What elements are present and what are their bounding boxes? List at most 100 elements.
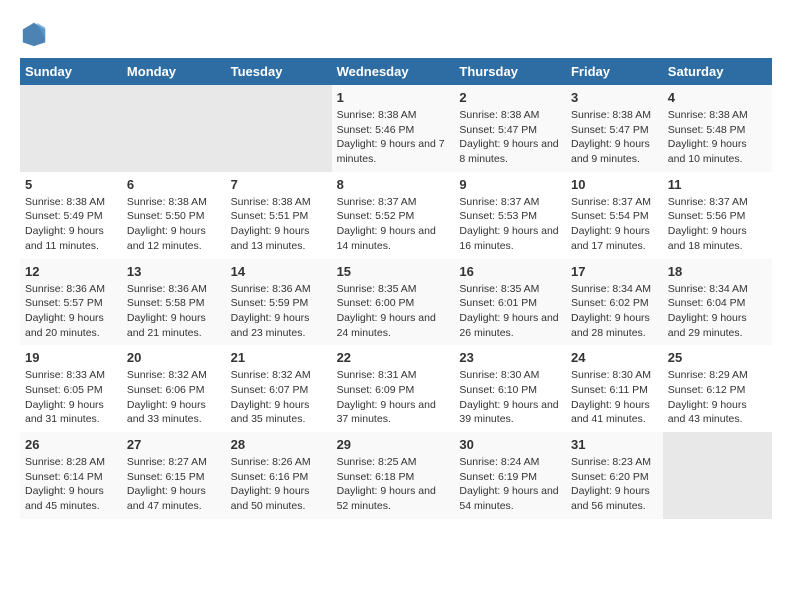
- calendar-cell: 16Sunrise: 8:35 AM Sunset: 6:01 PM Dayli…: [454, 259, 566, 346]
- calendar-table: SundayMondayTuesdayWednesdayThursdayFrid…: [20, 58, 772, 519]
- calendar-cell: 15Sunrise: 8:35 AM Sunset: 6:00 PM Dayli…: [332, 259, 455, 346]
- calendar-cell: 8Sunrise: 8:37 AM Sunset: 5:52 PM Daylig…: [332, 172, 455, 259]
- weekday-header-row: SundayMondayTuesdayWednesdayThursdayFrid…: [20, 58, 772, 85]
- day-number: 9: [459, 177, 561, 192]
- day-info: Sunrise: 8:38 AM Sunset: 5:47 PM Dayligh…: [571, 108, 658, 167]
- calendar-cell: 12 Sunrise: 8:36 AM Sunset: 5:57 PM Dayli…: [20, 259, 122, 346]
- day-info: Sunrise: 8:38 AM Sunset: 5:49 PM Dayligh…: [25, 195, 117, 254]
- day-info: Sunrise: 8:34 AM Sunset: 6:04 PM Dayligh…: [668, 282, 767, 341]
- day-info: Sunrise: 8:28 AM Sunset: 6:14 PM Dayligh…: [25, 455, 117, 514]
- day-info: Sunrise: 8:23 AM Sunset: 6:20 PM Dayligh…: [571, 455, 658, 514]
- calendar-cell: 21 Sunrise: 8:32 AM Sunset: 6:07 PM Dayli…: [226, 345, 332, 432]
- day-number: 27: [127, 437, 221, 452]
- day-number: 16: [459, 264, 561, 279]
- calendar-cell: [226, 85, 332, 172]
- calendar-cell: [122, 85, 226, 172]
- weekday-header: Tuesday: [226, 58, 332, 85]
- day-info: Sunrise: 8:25 AM Sunset: 6:18 PM Dayligh…: [337, 455, 450, 514]
- day-number: 22: [337, 350, 450, 365]
- day-info: Sunrise: 8:30 AM Sunset: 6:10 PM Dayligh…: [459, 368, 561, 427]
- calendar-cell: 1 Sunrise: 8:38 AM Sunset: 5:46 PM Daylig…: [332, 85, 455, 172]
- weekday-header: Thursday: [454, 58, 566, 85]
- day-number: 15: [337, 264, 450, 279]
- calendar-cell: 2 Sunrise: 8:38 AM Sunset: 5:47 PM Daylig…: [454, 85, 566, 172]
- day-number: 18: [668, 264, 767, 279]
- day-number: 7: [231, 177, 327, 192]
- day-number: 30: [459, 437, 561, 452]
- calendar-cell: 30 Sunrise: 8:24 AM Sunset: 6:19 PM Dayli…: [454, 432, 566, 519]
- day-number: 19: [25, 350, 117, 365]
- calendar-cell: 18 Sunrise: 8:34 AM Sunset: 6:04 PM Dayli…: [663, 259, 772, 346]
- day-info: Sunrise: 8:36 AM Sunset: 5:57 PM Dayligh…: [25, 282, 117, 341]
- day-info: Sunrise: 8:38 AM Sunset: 5:51 PM Dayligh…: [231, 195, 327, 254]
- calendar-week-row: 1 Sunrise: 8:38 AM Sunset: 5:46 PM Daylig…: [20, 85, 772, 172]
- day-number: 3: [571, 90, 658, 105]
- calendar-week-row: 26Sunrise: 8:28 AM Sunset: 6:14 PM Dayli…: [20, 432, 772, 519]
- weekday-header: Sunday: [20, 58, 122, 85]
- calendar-cell: 10Sunrise: 8:37 AM Sunset: 5:54 PM Dayli…: [566, 172, 663, 259]
- calendar-cell: 11 Sunrise: 8:37 AM Sunset: 5:56 PM Dayli…: [663, 172, 772, 259]
- day-info: Sunrise: 8:37 AM Sunset: 5:56 PM Dayligh…: [668, 195, 767, 254]
- weekday-header: Saturday: [663, 58, 772, 85]
- calendar-cell: 7 Sunrise: 8:38 AM Sunset: 5:51 PM Daylig…: [226, 172, 332, 259]
- calendar-cell: 24 Sunrise: 8:30 AM Sunset: 6:11 PM Dayli…: [566, 345, 663, 432]
- day-info: Sunrise: 8:27 AM Sunset: 6:15 PM Dayligh…: [127, 455, 221, 514]
- calendar-cell: 27 Sunrise: 8:27 AM Sunset: 6:15 PM Dayli…: [122, 432, 226, 519]
- calendar-cell: 26Sunrise: 8:28 AM Sunset: 6:14 PM Dayli…: [20, 432, 122, 519]
- weekday-header: Monday: [122, 58, 226, 85]
- day-number: 10: [571, 177, 658, 192]
- day-number: 21: [231, 350, 327, 365]
- day-number: 5: [25, 177, 117, 192]
- calendar-cell: 22Sunrise: 8:31 AM Sunset: 6:09 PM Dayli…: [332, 345, 455, 432]
- calendar-cell: [20, 85, 122, 172]
- calendar-cell: [663, 432, 772, 519]
- day-number: 23: [459, 350, 561, 365]
- calendar-cell: 17 Sunrise: 8:34 AM Sunset: 6:02 PM Dayli…: [566, 259, 663, 346]
- day-number: 12: [25, 264, 117, 279]
- day-number: 13: [127, 264, 221, 279]
- day-info: Sunrise: 8:32 AM Sunset: 6:07 PM Dayligh…: [231, 368, 327, 427]
- day-info: Sunrise: 8:37 AM Sunset: 5:53 PM Dayligh…: [459, 195, 561, 254]
- day-number: 20: [127, 350, 221, 365]
- logo: [20, 20, 52, 48]
- day-info: Sunrise: 8:33 AM Sunset: 6:05 PM Dayligh…: [25, 368, 117, 427]
- day-info: Sunrise: 8:36 AM Sunset: 5:58 PM Dayligh…: [127, 282, 221, 341]
- day-info: Sunrise: 8:38 AM Sunset: 5:48 PM Dayligh…: [668, 108, 767, 167]
- day-info: Sunrise: 8:24 AM Sunset: 6:19 PM Dayligh…: [459, 455, 561, 514]
- calendar-cell: 6 Sunrise: 8:38 AM Sunset: 5:50 PM Daylig…: [122, 172, 226, 259]
- calendar-week-row: 5 Sunrise: 8:38 AM Sunset: 5:49 PM Daylig…: [20, 172, 772, 259]
- day-number: 17: [571, 264, 658, 279]
- calendar-cell: 29 Sunrise: 8:25 AM Sunset: 6:18 PM Dayli…: [332, 432, 455, 519]
- weekday-header: Friday: [566, 58, 663, 85]
- day-number: 1: [337, 90, 450, 105]
- calendar-cell: 23 Sunrise: 8:30 AM Sunset: 6:10 PM Dayli…: [454, 345, 566, 432]
- day-number: 2: [459, 90, 561, 105]
- calendar-cell: 20 Sunrise: 8:32 AM Sunset: 6:06 PM Dayli…: [122, 345, 226, 432]
- day-number: 4: [668, 90, 767, 105]
- day-number: 29: [337, 437, 450, 452]
- day-info: Sunrise: 8:30 AM Sunset: 6:11 PM Dayligh…: [571, 368, 658, 427]
- logo-icon: [20, 20, 48, 48]
- calendar-cell: 28Sunrise: 8:26 AM Sunset: 6:16 PM Dayli…: [226, 432, 332, 519]
- day-info: Sunrise: 8:38 AM Sunset: 5:46 PM Dayligh…: [337, 108, 450, 167]
- calendar-week-row: 19 Sunrise: 8:33 AM Sunset: 6:05 PM Dayli…: [20, 345, 772, 432]
- day-number: 28: [231, 437, 327, 452]
- day-info: Sunrise: 8:34 AM Sunset: 6:02 PM Dayligh…: [571, 282, 658, 341]
- day-info: Sunrise: 8:37 AM Sunset: 5:52 PM Dayligh…: [337, 195, 450, 254]
- calendar-cell: 25Sunrise: 8:29 AM Sunset: 6:12 PM Dayli…: [663, 345, 772, 432]
- day-info: Sunrise: 8:38 AM Sunset: 5:47 PM Dayligh…: [459, 108, 561, 167]
- day-number: 24: [571, 350, 658, 365]
- calendar-cell: 5 Sunrise: 8:38 AM Sunset: 5:49 PM Daylig…: [20, 172, 122, 259]
- calendar-cell: 13 Sunrise: 8:36 AM Sunset: 5:58 PM Dayli…: [122, 259, 226, 346]
- weekday-header: Wednesday: [332, 58, 455, 85]
- day-number: 6: [127, 177, 221, 192]
- calendar-cell: 3 Sunrise: 8:38 AM Sunset: 5:47 PM Daylig…: [566, 85, 663, 172]
- day-info: Sunrise: 8:32 AM Sunset: 6:06 PM Dayligh…: [127, 368, 221, 427]
- day-number: 31: [571, 437, 658, 452]
- page-header: [20, 20, 772, 48]
- day-number: 14: [231, 264, 327, 279]
- day-number: 11: [668, 177, 767, 192]
- calendar-week-row: 12 Sunrise: 8:36 AM Sunset: 5:57 PM Dayli…: [20, 259, 772, 346]
- calendar-cell: 19 Sunrise: 8:33 AM Sunset: 6:05 PM Dayli…: [20, 345, 122, 432]
- day-info: Sunrise: 8:38 AM Sunset: 5:50 PM Dayligh…: [127, 195, 221, 254]
